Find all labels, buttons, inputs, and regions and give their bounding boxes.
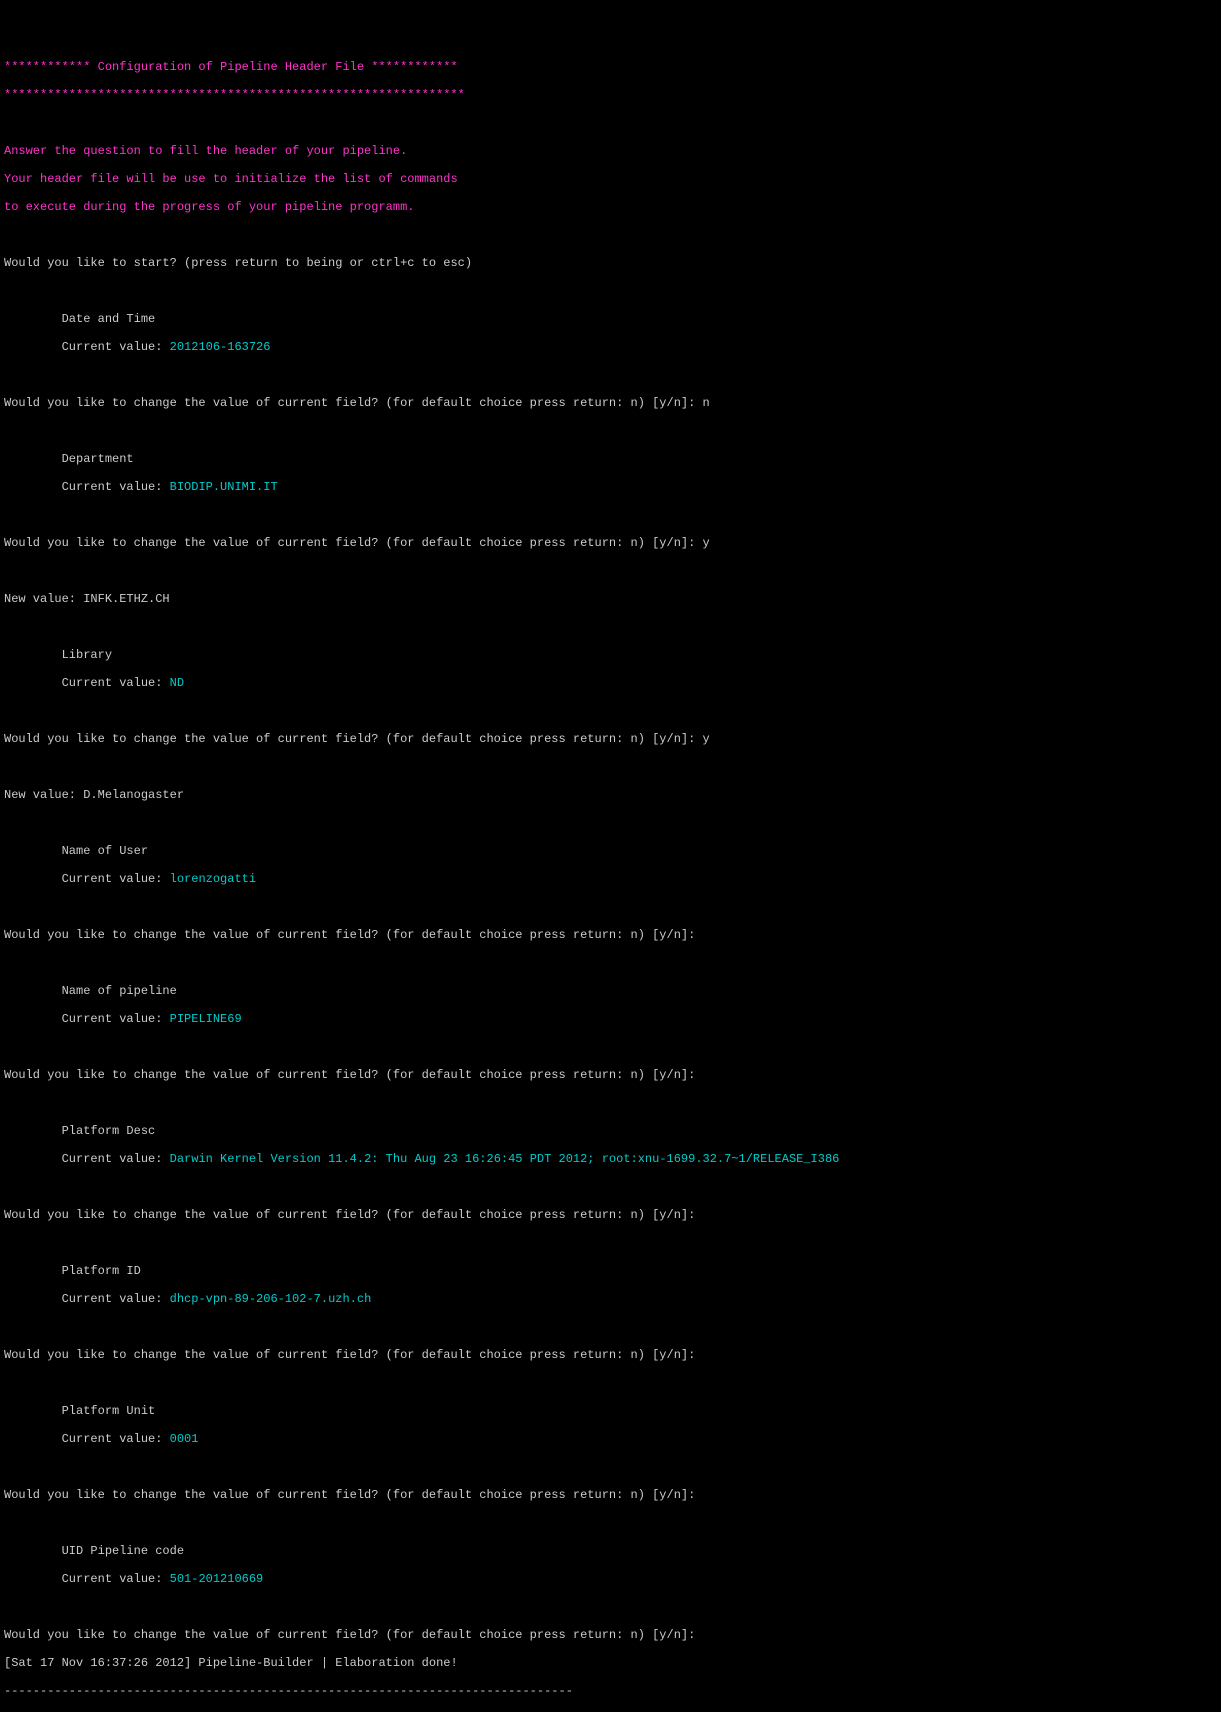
field-row: Current value: ND [4,676,184,690]
indent [4,648,62,662]
current-value-label: Current value: [62,1572,170,1586]
change-prompt[interactable]: Would you like to change the value of cu… [4,732,703,746]
prompt-row: Would you like to change the value of cu… [4,536,710,550]
current-value-department: BIODIP.UNIMI.IT [170,480,278,494]
indent [4,1012,62,1026]
intro-line-3: to execute during the progress of your p… [4,200,414,214]
indent [4,1544,62,1558]
current-value-platform-id: dhcp-vpn-89-206-102-7.uzh.ch [170,1292,372,1306]
field-label-platform-unit: Platform Unit [62,1404,156,1418]
prompt-row: Would you like to change the value of cu… [4,732,710,746]
footer-status: [Sat 17 Nov 16:37:26 2012] Pipeline-Buil… [4,1656,458,1670]
new-value-department[interactable]: INFK.ETHZ.CH [83,592,169,606]
answer-date-time[interactable]: n [703,396,710,410]
indent [4,1152,62,1166]
current-value-label: Current value: [62,872,170,886]
current-value-label: Current value: [62,1432,170,1446]
field-row: Platform Unit [4,1404,155,1418]
current-value-label: Current value: [62,1292,170,1306]
prompt-row: Would you like to change the value of cu… [4,1348,703,1362]
field-row: Current value: BIODIP.UNIMI.IT [4,480,278,494]
field-row: Current value: 0001 [4,1432,198,1446]
field-label-platform-desc: Platform Desc [62,1124,156,1138]
field-label-department: Department [62,452,134,466]
header-line-1: ************ Configuration of Pipeline H… [4,60,458,74]
indent [4,1264,62,1278]
indent [4,1572,62,1586]
new-value-label: New value: [4,592,83,606]
change-prompt[interactable]: Would you like to change the value of cu… [4,1208,703,1222]
new-value-row: New value: INFK.ETHZ.CH [4,592,170,606]
current-value-uid-pipeline: 501-201210669 [170,1572,264,1586]
field-label-uid-pipeline: UID Pipeline code [62,1544,184,1558]
current-value-label: Current value: [62,340,170,354]
field-row: UID Pipeline code [4,1544,184,1558]
prompt-row: Would you like to change the value of cu… [4,928,703,942]
field-label-library: Library [62,648,112,662]
indent [4,1292,62,1306]
current-value-label: Current value: [62,1012,170,1026]
change-prompt[interactable]: Would you like to change the value of cu… [4,928,703,942]
indent [4,984,62,998]
indent [4,676,62,690]
field-row: Current value: lorenzogatti [4,872,256,886]
field-label-date-time: Date and Time [62,312,156,326]
change-prompt[interactable]: Would you like to change the value of cu… [4,396,703,410]
answer-library[interactable]: y [703,732,710,746]
current-value-pipeline-name: PIPELINE69 [170,1012,242,1026]
indent [4,340,62,354]
start-prompt[interactable]: Would you like to start? (press return t… [4,256,472,270]
change-prompt[interactable]: Would you like to change the value of cu… [4,1488,703,1502]
change-prompt[interactable]: Would you like to change the value of cu… [4,1068,703,1082]
new-value-label: New value: [4,788,83,802]
change-prompt[interactable]: Would you like to change the value of cu… [4,1628,703,1642]
answer-department[interactable]: y [703,536,710,550]
field-row: Department [4,452,134,466]
header-line-2: ****************************************… [4,88,465,102]
current-value-platform-unit: 0001 [170,1432,199,1446]
field-row: Library [4,648,112,662]
change-prompt[interactable]: Would you like to change the value of cu… [4,536,703,550]
field-row: Current value: 501-201210669 [4,1572,263,1586]
indent [4,480,62,494]
intro-line-1: Answer the question to fill the header o… [4,144,407,158]
current-value-label: Current value: [62,1152,170,1166]
indent [4,872,62,886]
field-row: Current value: 2012106-163726 [4,340,270,354]
current-value-label: Current value: [62,676,170,690]
field-row: Platform ID [4,1264,141,1278]
intro-line-2: Your header file will be use to initiali… [4,172,458,186]
indent [4,1432,62,1446]
indent [4,1124,62,1138]
field-row: Current value: Darwin Kernel Version 11.… [4,1152,839,1166]
prompt-row: Would you like to change the value of cu… [4,1068,703,1082]
field-row: Date and Time [4,312,155,326]
change-prompt[interactable]: Would you like to change the value of cu… [4,1348,703,1362]
indent [4,1404,62,1418]
new-value-library[interactable]: D.Melanogaster [83,788,184,802]
footer-dashes: ----------------------------------------… [4,1684,573,1698]
current-value-library: ND [170,676,184,690]
field-row: Current value: dhcp-vpn-89-206-102-7.uzh… [4,1292,371,1306]
field-label-platform-id: Platform ID [62,1264,141,1278]
indent [4,312,62,326]
field-row: Current value: PIPELINE69 [4,1012,242,1026]
current-value-platform-desc: Darwin Kernel Version 11.4.2: Thu Aug 23… [170,1152,840,1166]
current-value-user: lorenzogatti [170,872,256,886]
indent [4,452,62,466]
field-row: Platform Desc [4,1124,155,1138]
field-label-pipeline-name: Name of pipeline [62,984,177,998]
new-value-row: New value: D.Melanogaster [4,788,184,802]
prompt-row: Would you like to change the value of cu… [4,1208,703,1222]
prompt-row: Would you like to change the value of cu… [4,1628,703,1642]
current-value-date-time: 2012106-163726 [170,340,271,354]
field-row: Name of pipeline [4,984,177,998]
prompt-row: Would you like to change the value of cu… [4,1488,703,1502]
current-value-label: Current value: [62,480,170,494]
prompt-row: Would you like to change the value of cu… [4,396,710,410]
